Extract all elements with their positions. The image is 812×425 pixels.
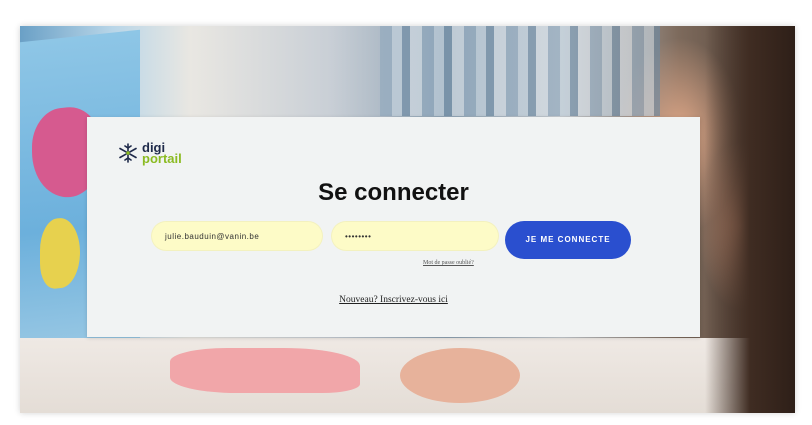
page-frame: digi portail Se connecter julie.bauduin@… [20,26,795,413]
bookshelf [380,26,660,116]
forgot-password-link[interactable]: Mot de passe oublié? [423,260,474,266]
digiportail-logo: digi portail [117,141,182,166]
password-field[interactable]: •••••••• [331,221,499,251]
logo-text-portail: portail [142,151,182,166]
login-card: digi portail Se connecter julie.bauduin@… [87,117,700,337]
login-title: Se connecter [318,179,469,206]
child-hand [400,348,520,403]
email-field[interactable]: julie.bauduin@vanin.be [151,221,323,251]
pink-fabric [170,348,360,393]
email-field-value: julie.bauduin@vanin.be [165,231,260,241]
logo-wordmark: digi portail [142,141,182,166]
login-button[interactable]: JE ME CONNECTE [505,221,631,259]
password-field-value: •••••••• [345,231,372,241]
snowflake-icon [119,143,137,163]
register-link[interactable]: Nouveau? Inscrivez-vous ici [87,295,700,305]
child-hair [705,26,795,413]
